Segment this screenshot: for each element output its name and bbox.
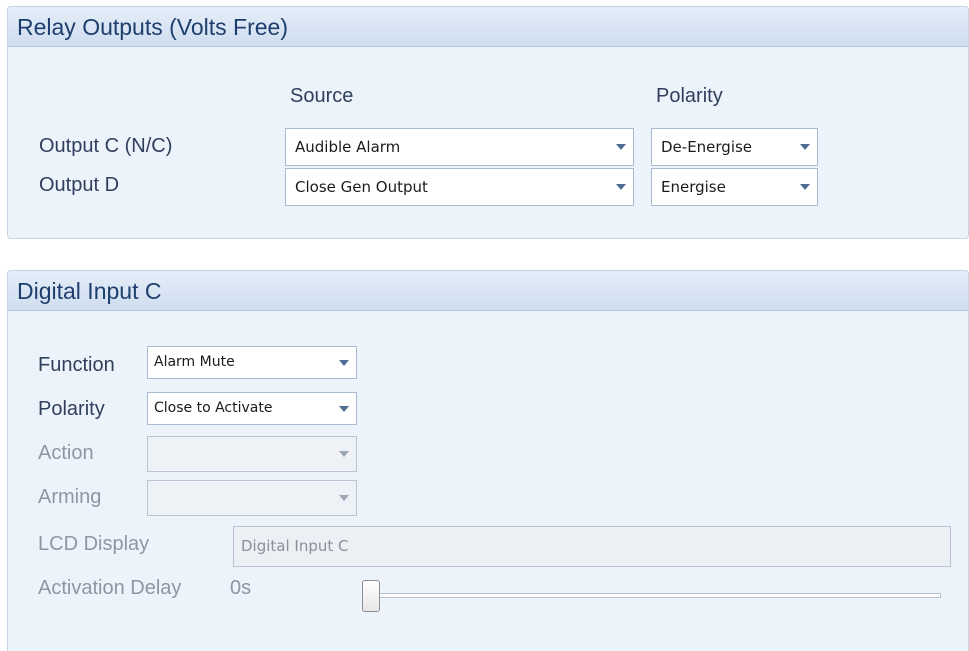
function-label: Function bbox=[38, 354, 115, 376]
polarity-label: Polarity bbox=[38, 398, 105, 420]
output-d-polarity-value: Energise bbox=[661, 178, 726, 196]
source-header: Source bbox=[290, 85, 354, 107]
polarity-header: Polarity bbox=[656, 85, 723, 107]
activation-delay-value: 0s bbox=[230, 577, 252, 599]
chevron-down-icon bbox=[339, 451, 349, 457]
chevron-down-icon bbox=[800, 144, 810, 150]
polarity-value: Close to Activate bbox=[154, 400, 273, 416]
chevron-down-icon bbox=[800, 184, 810, 190]
function-value: Alarm Mute bbox=[154, 354, 235, 370]
action-select[interactable] bbox=[147, 436, 357, 472]
polarity-select[interactable]: Close to Activate bbox=[147, 392, 357, 425]
chevron-down-icon bbox=[616, 144, 626, 150]
digital-input-title: Digital Input C bbox=[8, 271, 968, 311]
activation-delay-track[interactable] bbox=[371, 593, 941, 598]
lcd-display-field[interactable]: Digital Input C bbox=[233, 526, 951, 567]
lcd-display-label: LCD Display bbox=[38, 533, 150, 555]
output-d-source-value: Close Gen Output bbox=[295, 178, 428, 196]
activation-delay-label: Activation Delay bbox=[38, 577, 182, 599]
output-c-polarity-select[interactable]: De-Energise bbox=[651, 128, 818, 166]
chevron-down-icon bbox=[616, 184, 626, 190]
arming-label: Arming bbox=[38, 486, 102, 508]
output-c-label: Output C (N/C) bbox=[39, 135, 173, 157]
chevron-down-icon bbox=[339, 495, 349, 501]
output-d-polarity-select[interactable]: Energise bbox=[651, 168, 818, 206]
digital-input-panel: Digital Input C Function Alarm Mute Pola… bbox=[7, 270, 969, 651]
action-label: Action bbox=[38, 442, 94, 464]
output-c-source-select[interactable]: Audible Alarm bbox=[285, 128, 634, 166]
relay-outputs-title: Relay Outputs (Volts Free) bbox=[8, 7, 968, 47]
chevron-down-icon bbox=[339, 359, 349, 366]
arming-select[interactable] bbox=[147, 480, 357, 516]
activation-delay-slider-thumb[interactable] bbox=[362, 580, 380, 612]
output-d-label: Output D bbox=[39, 174, 120, 196]
relay-outputs-panel: Relay Outputs (Volts Free) Source Polari… bbox=[7, 6, 969, 239]
output-d-source-select[interactable]: Close Gen Output bbox=[285, 168, 634, 206]
chevron-down-icon bbox=[339, 405, 349, 412]
function-select[interactable]: Alarm Mute bbox=[147, 346, 357, 379]
output-c-polarity-value: De-Energise bbox=[661, 138, 753, 156]
output-c-source-value: Audible Alarm bbox=[295, 138, 401, 156]
